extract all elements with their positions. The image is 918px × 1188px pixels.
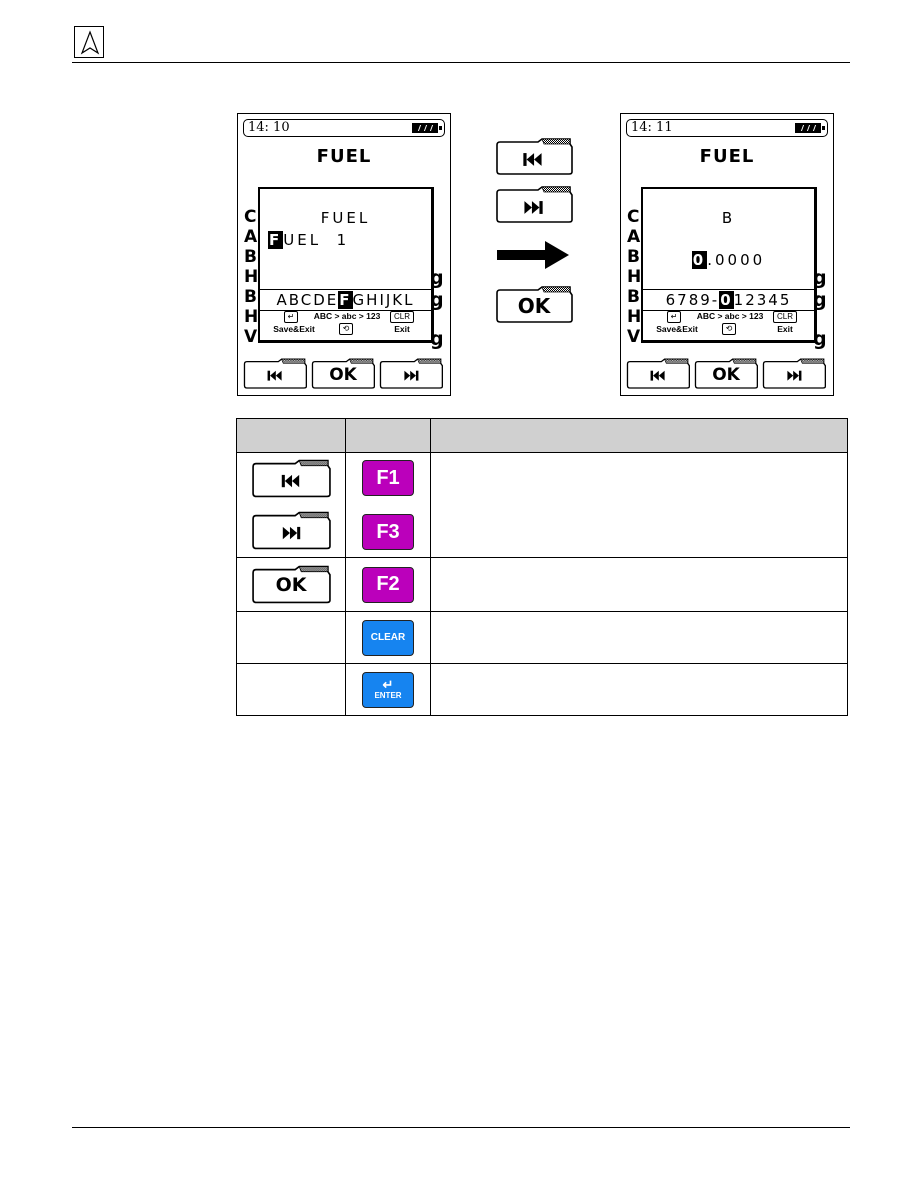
footer-rule — [72, 1127, 850, 1128]
softkey-cell — [236, 611, 346, 664]
battery-full-icon — [412, 123, 442, 133]
f2-key-icon: F2 — [362, 566, 414, 603]
hardkey-cell: ↵ ENTER — [345, 663, 431, 716]
numeric-entry-dialog: B 0.0000 6789-012345 ↵ Save&Exit ABC > a… — [641, 187, 817, 343]
softkey-ok[interactable]: OK — [693, 358, 759, 390]
softkey-bar: OK — [625, 358, 829, 392]
table-header-hardkey — [345, 418, 431, 453]
hardkey-cell: F1 F3 — [345, 452, 431, 558]
hardkey-cell: CLEAR — [345, 611, 431, 664]
previous-softkey-image — [250, 459, 332, 499]
softkey-cell — [236, 663, 346, 716]
table-row: ↵ ENTER — [236, 663, 848, 716]
softkey-cell — [236, 452, 346, 558]
f1-key-icon: F1 — [362, 460, 414, 496]
description-cell — [430, 611, 848, 664]
table-header-row — [236, 418, 848, 453]
field-value-input[interactable]: 0.0000 — [643, 251, 814, 269]
softkey-next[interactable] — [761, 358, 827, 390]
device-screen-before: 14: 10 FUEL C A B H B H V g g g FUEL FUE… — [237, 113, 451, 396]
description-cell — [430, 557, 848, 612]
enter-key-icon: ↵ — [283, 311, 299, 323]
screen-title: FUEL — [699, 146, 755, 167]
next-softkey-image — [250, 511, 332, 551]
header-rule — [72, 62, 850, 63]
table-header-softkey — [236, 418, 346, 453]
table-row: OK F2 — [236, 557, 848, 612]
save-exit-hint: Save&Exit — [656, 324, 698, 334]
save-exit-hint: Save&Exit — [273, 324, 315, 334]
enter-key-icon: ↵ ENTER — [362, 671, 414, 708]
navigation-arrow-logo-icon — [80, 30, 100, 55]
battery-full-icon — [795, 123, 825, 133]
f3-key-icon: F3 — [362, 514, 414, 550]
character-selector[interactable]: 6789-012345 — [643, 289, 814, 311]
previous-key — [494, 138, 574, 176]
table-row: F1 F3 — [236, 452, 848, 558]
cycle-icon: ⟲ — [721, 323, 737, 335]
screen-title: FUEL — [316, 146, 372, 167]
hardkey-cell: F2 — [345, 557, 431, 612]
key-function-table: F1 F3 OK F2 CLEAR ↵ ENTER — [236, 418, 848, 716]
ok-key: OK — [494, 286, 574, 324]
next-key — [494, 186, 574, 224]
exit-hint: Exit — [777, 324, 793, 334]
softkey-next[interactable] — [378, 358, 444, 390]
logo — [74, 26, 104, 58]
field-value-input[interactable]: FUEL 1 — [268, 231, 349, 249]
softkey-bar: OK — [242, 358, 446, 392]
exit-hint: Exit — [394, 324, 410, 334]
clr-key-icon: CLR — [389, 311, 414, 323]
dialog-hints: ↵ Save&Exit ABC > abc > 123 ⟲ CLR Exit — [260, 311, 431, 341]
selected-char: F — [338, 291, 353, 309]
description-cell — [430, 663, 848, 716]
softkey-ok[interactable]: OK — [310, 358, 376, 390]
background-menu-letters: C A B H B H V — [627, 207, 642, 347]
table-header-description — [430, 418, 848, 453]
input-mode-hint: ABC > abc > 123 — [313, 311, 381, 321]
ok-softkey-image: OK — [250, 565, 332, 605]
softkey-cell: OK — [236, 557, 346, 612]
text-entry-dialog: FUEL FUEL 1 ABCDEFGHIJKL ↵ Save&Exit ABC… — [258, 187, 434, 343]
clock: 14: 11 — [631, 120, 673, 135]
clr-key-icon: CLR — [772, 311, 797, 323]
description-cell — [430, 452, 848, 558]
clear-key-icon: CLEAR — [362, 619, 414, 656]
cursor-char: F — [268, 231, 284, 249]
background-menu-letters: C A B H B H V — [244, 207, 259, 347]
input-mode-hint: ABC > abc > 123 — [696, 311, 764, 321]
status-bar: 14: 10 — [243, 119, 445, 137]
character-selector[interactable]: ABCDEFGHIJKL — [260, 289, 431, 311]
softkey-previous[interactable] — [625, 358, 691, 390]
softkey-previous[interactable] — [242, 358, 308, 390]
status-bar: 14: 11 — [626, 119, 828, 137]
field-label: B — [721, 209, 736, 227]
selected-char: 0 — [719, 291, 734, 309]
device-screen-after: 14: 11 FUEL C A B H B H V g g g B 0.0000… — [620, 113, 834, 396]
arrow-right-icon — [497, 241, 569, 269]
field-label: FUEL — [320, 209, 371, 227]
dialog-hints: ↵ Save&Exit ABC > abc > 123 ⟲ CLR Exit — [643, 311, 814, 341]
cycle-icon: ⟲ — [338, 323, 354, 335]
cursor-char: 0 — [691, 251, 708, 269]
table-row: CLEAR — [236, 611, 848, 664]
enter-key-icon: ↵ — [666, 311, 682, 323]
clock: 14: 10 — [248, 120, 290, 135]
